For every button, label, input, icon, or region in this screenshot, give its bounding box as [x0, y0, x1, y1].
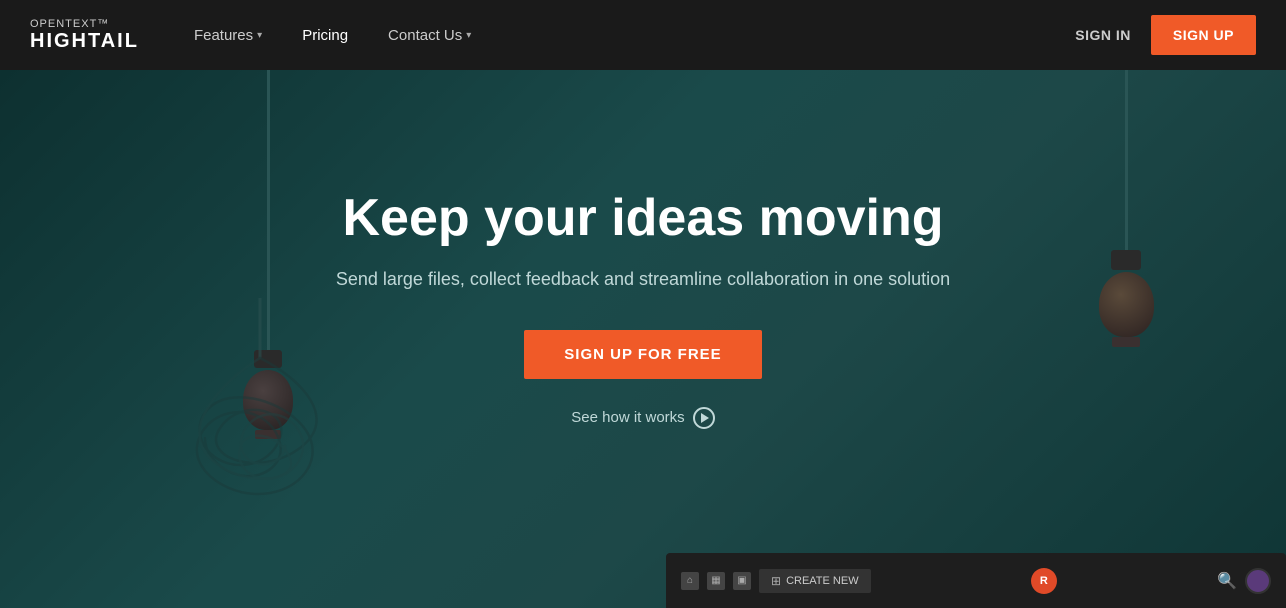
nav-item-pricing[interactable]: Pricing: [287, 17, 363, 54]
see-how-link[interactable]: See how it works: [336, 407, 950, 429]
secondary-avatar[interactable]: [1245, 568, 1271, 594]
bulb-right-cord: [1125, 70, 1128, 250]
contact-chevron-icon: ▾: [466, 30, 471, 41]
sign-up-button[interactable]: SIGN UP: [1151, 15, 1256, 55]
hero-section: Keep your ideas moving Send large files,…: [0, 70, 1286, 608]
hero-content: Keep your ideas moving Send large files,…: [336, 189, 950, 429]
features-chevron-icon: ▾: [257, 30, 262, 41]
see-how-label: See how it works: [571, 409, 684, 426]
nav-links: Features ▾ Pricing Contact Us ▾: [179, 17, 1075, 54]
bulb-right-decoration: [1086, 70, 1166, 347]
hightail-label: HIGHTAIL: [30, 30, 139, 52]
contact-label: Contact Us: [388, 27, 462, 44]
play-triangle-icon: [701, 413, 709, 423]
play-icon: [693, 407, 715, 429]
opentext-label: opentext™: [30, 18, 139, 30]
home-icon[interactable]: ⌂: [681, 572, 699, 590]
search-icon[interactable]: 🔍: [1217, 571, 1237, 591]
nav-right: SIGN IN SIGN UP: [1075, 15, 1256, 55]
nav-item-features[interactable]: Features ▾: [179, 17, 277, 54]
hero-subtitle: Send large files, collect feedback and s…: [336, 269, 950, 290]
bulb-right-base: [1112, 337, 1140, 347]
pricing-label: Pricing: [302, 27, 348, 44]
sign-in-button[interactable]: SIGN IN: [1075, 27, 1131, 43]
logo[interactable]: opentext™ HIGHTAIL: [30, 18, 139, 52]
nav-item-contact[interactable]: Contact Us ▾: [373, 17, 486, 54]
navbar: opentext™ HIGHTAIL Features ▾ Pricing Co…: [0, 0, 1286, 70]
signup-free-button[interactable]: SIGN UP FOR FREE: [524, 330, 761, 379]
create-new-label: CREATE NEW: [786, 575, 859, 587]
hero-title: Keep your ideas moving: [336, 189, 950, 249]
bulb-right-cap: [1111, 250, 1141, 270]
bulb-right-globe: [1099, 272, 1154, 337]
grid-icon[interactable]: ▦: [707, 572, 725, 590]
plus-icon: ⊞: [771, 574, 781, 588]
features-label: Features: [194, 27, 253, 44]
columns-icon[interactable]: ▣: [733, 572, 751, 590]
user-avatar[interactable]: R: [1031, 568, 1057, 594]
app-preview-bar: ⌂ ▦ ▣ ⊞ CREATE NEW R 🔍: [666, 553, 1286, 608]
app-toolbar: ⌂ ▦ ▣ ⊞ CREATE NEW R 🔍: [681, 568, 1271, 594]
create-new-button[interactable]: ⊞ CREATE NEW: [759, 569, 871, 593]
